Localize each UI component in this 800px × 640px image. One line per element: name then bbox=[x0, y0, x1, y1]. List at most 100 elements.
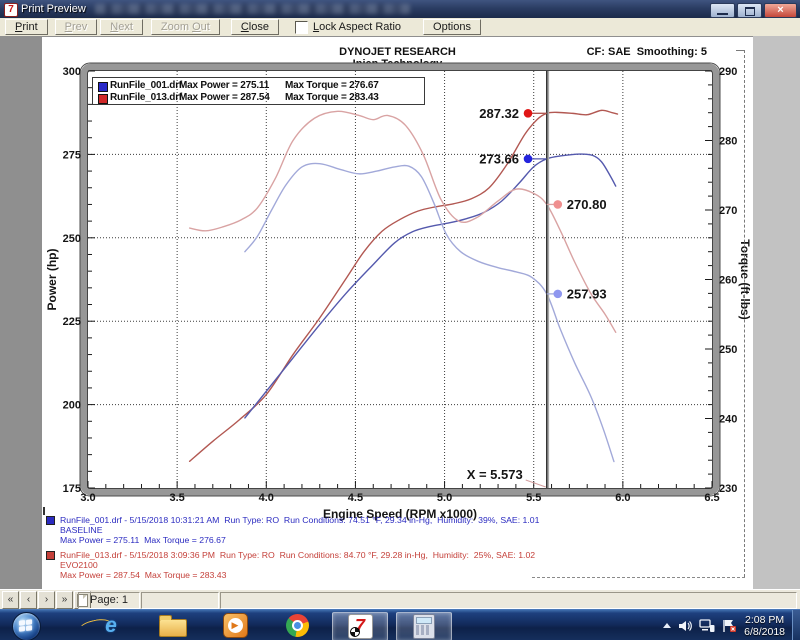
network-icon[interactable] bbox=[699, 619, 715, 633]
titlebar: 7 Print Preview × bbox=[0, 0, 800, 18]
legend-power: Max Power = 287.54 bbox=[179, 92, 270, 103]
legend-file: RunFile_013.drf bbox=[110, 92, 182, 103]
taskbar-item-dynojet-winpep[interactable]: 7 bbox=[332, 612, 388, 640]
svg-text:280: 280 bbox=[719, 136, 737, 148]
toolbar: Print PrevNext Zoom Out Close Lock Aspect Ra… bbox=[0, 18, 800, 37]
statusbar-panel bbox=[141, 592, 219, 609]
calculator-icon bbox=[413, 614, 435, 639]
print-preview-area: DYNOJET RESEARCH Injen Technology CF: SA… bbox=[0, 36, 800, 589]
clock-date: 6/8/2018 bbox=[744, 626, 785, 638]
windows-logo-icon bbox=[19, 619, 32, 632]
svg-text:6.5: 6.5 bbox=[704, 492, 719, 504]
next-page-button[interactable]: › bbox=[38, 591, 55, 609]
svg-text:270.80: 270.80 bbox=[567, 197, 607, 212]
print-button[interactable]: Print bbox=[5, 19, 48, 35]
legend-color-swatch bbox=[98, 94, 108, 104]
options-button[interactable]: Options bbox=[423, 19, 481, 35]
hidden-icons-arrow-icon[interactable] bbox=[663, 623, 671, 628]
maximize-icon bbox=[745, 7, 755, 16]
taskbar-item-internet-explorer[interactable]: e bbox=[84, 612, 138, 639]
app-icon: 7 bbox=[4, 3, 18, 17]
prev-button[interactable]: Prev bbox=[55, 19, 98, 35]
preview-gutter bbox=[753, 36, 800, 589]
run-annotation: RunFile_013.drf - 5/15/2018 3:09:36 PM R… bbox=[46, 550, 539, 580]
run-annotations: RunFile_001.drf - 5/15/2018 10:31:21 AM … bbox=[46, 515, 539, 585]
annotation-line2: EVO2100 bbox=[60, 560, 539, 570]
close-button[interactable]: Close bbox=[231, 19, 279, 35]
svg-text:275: 275 bbox=[63, 149, 81, 161]
taskbar-clock[interactable]: 2:08 PM 6/8/2018 bbox=[744, 614, 785, 638]
speaker-icon[interactable] bbox=[678, 619, 692, 633]
print-margin-bottom-line bbox=[532, 577, 745, 578]
svg-text:240: 240 bbox=[719, 414, 737, 426]
svg-text:250: 250 bbox=[719, 344, 737, 356]
svg-text:257.93: 257.93 bbox=[567, 286, 607, 301]
taskbar-item-media-player[interactable]: ▶ bbox=[208, 612, 262, 639]
next-button[interactable]: Next bbox=[100, 19, 143, 35]
clock-time: 2:08 PM bbox=[744, 614, 785, 626]
annotation-line2: BASELINE bbox=[60, 525, 539, 535]
maximize-button[interactable] bbox=[737, 3, 762, 18]
annotation-line3: Max Power = 287.54 Max Torque = 283.43 bbox=[60, 570, 539, 580]
run-annotation: RunFile_001.drf - 5/15/2018 10:31:21 AM … bbox=[46, 515, 539, 545]
close-icon: × bbox=[765, 4, 796, 16]
chrome-icon bbox=[286, 614, 309, 637]
last-page-button[interactable]: » bbox=[56, 591, 73, 609]
annotation-line3: Max Power = 275.11 Max Torque = 276.67 bbox=[60, 535, 539, 545]
run-color-swatch bbox=[46, 516, 55, 525]
annotation-line1: RunFile_001.drf - 5/15/2018 10:31:21 AM … bbox=[60, 515, 539, 525]
preview-page: DYNOJET RESEARCH Injen Technology CF: SA… bbox=[42, 37, 753, 589]
taskbar-item-calculator[interactable] bbox=[396, 612, 452, 640]
svg-text:Power (hp): Power (hp) bbox=[45, 248, 59, 310]
annotation-line1: RunFile_013.drf - 5/15/2018 3:09:36 PM R… bbox=[60, 550, 539, 560]
svg-text:175: 175 bbox=[63, 483, 81, 495]
minimize-button[interactable] bbox=[710, 3, 735, 18]
svg-text:200: 200 bbox=[63, 400, 81, 412]
close-button[interactable]: × bbox=[764, 3, 797, 18]
svg-text:260: 260 bbox=[719, 275, 737, 287]
window-title: Print Preview bbox=[21, 3, 86, 15]
lock-aspect-ratio-checkbox[interactable] bbox=[295, 21, 308, 34]
legend-file: RunFile_001.drf bbox=[110, 80, 182, 91]
svg-text:Torque (ft-lbs): Torque (ft-lbs) bbox=[738, 239, 752, 319]
svg-text:3.0: 3.0 bbox=[80, 492, 95, 504]
svg-text:300: 300 bbox=[63, 66, 81, 78]
zoom-out-button[interactable]: Zoom Out bbox=[151, 19, 220, 35]
print-margin-line bbox=[744, 50, 745, 577]
desktop-screen: 7 Print Preview × Print PrevNext Zoom Out C… bbox=[0, 0, 800, 640]
start-button[interactable] bbox=[12, 612, 41, 640]
svg-text:287.32: 287.32 bbox=[479, 106, 519, 121]
chart-legend: RunFile_001.drfMax Power = 275.11Max Tor… bbox=[92, 77, 425, 105]
statusbar: «‹›» Page: 1 bbox=[0, 589, 800, 610]
internet-explorer-icon: e bbox=[105, 614, 117, 638]
first-page-button[interactable]: « bbox=[2, 591, 19, 609]
taskbar-item-chrome[interactable] bbox=[270, 612, 324, 639]
svg-text:4.5: 4.5 bbox=[348, 492, 363, 504]
svg-text:250: 250 bbox=[63, 233, 81, 245]
minimize-icon bbox=[717, 13, 728, 15]
taskbar-item-windows-explorer[interactable] bbox=[146, 612, 200, 639]
svg-text:230: 230 bbox=[719, 483, 737, 495]
statusbar-panel bbox=[220, 592, 797, 609]
page-margin-tick bbox=[43, 507, 45, 515]
dynojet-winpep-icon: 7 bbox=[348, 614, 373, 639]
svg-text:270: 270 bbox=[719, 205, 737, 217]
action-center-flag-icon[interactable] bbox=[722, 619, 737, 633]
legend-row: RunFile_001.drfMax Power = 275.11Max Tor… bbox=[93, 80, 424, 92]
taskbar: e ▶ 7 bbox=[0, 609, 800, 640]
legend-row: RunFile_013.drfMax Power = 287.54Max Tor… bbox=[93, 92, 424, 104]
svg-text:290: 290 bbox=[719, 66, 737, 78]
titlebar-ghost-text bbox=[95, 4, 410, 14]
legend-color-swatch bbox=[98, 82, 108, 92]
svg-text:5.0: 5.0 bbox=[437, 492, 452, 504]
page-number-panel: Page: 1 bbox=[78, 592, 140, 609]
run-color-swatch bbox=[46, 551, 55, 560]
svg-text:6.0: 6.0 bbox=[615, 492, 630, 504]
svg-text:273.66: 273.66 bbox=[479, 151, 519, 166]
prev-page-button[interactable]: ‹ bbox=[20, 591, 37, 609]
legend-torque: Max Torque = 276.67 bbox=[285, 80, 379, 91]
lock-aspect-ratio-label: Lock Aspect Ratio bbox=[313, 21, 401, 33]
show-desktop-button[interactable] bbox=[792, 610, 800, 640]
svg-text:5.5: 5.5 bbox=[526, 492, 541, 504]
folder-icon bbox=[159, 619, 187, 637]
